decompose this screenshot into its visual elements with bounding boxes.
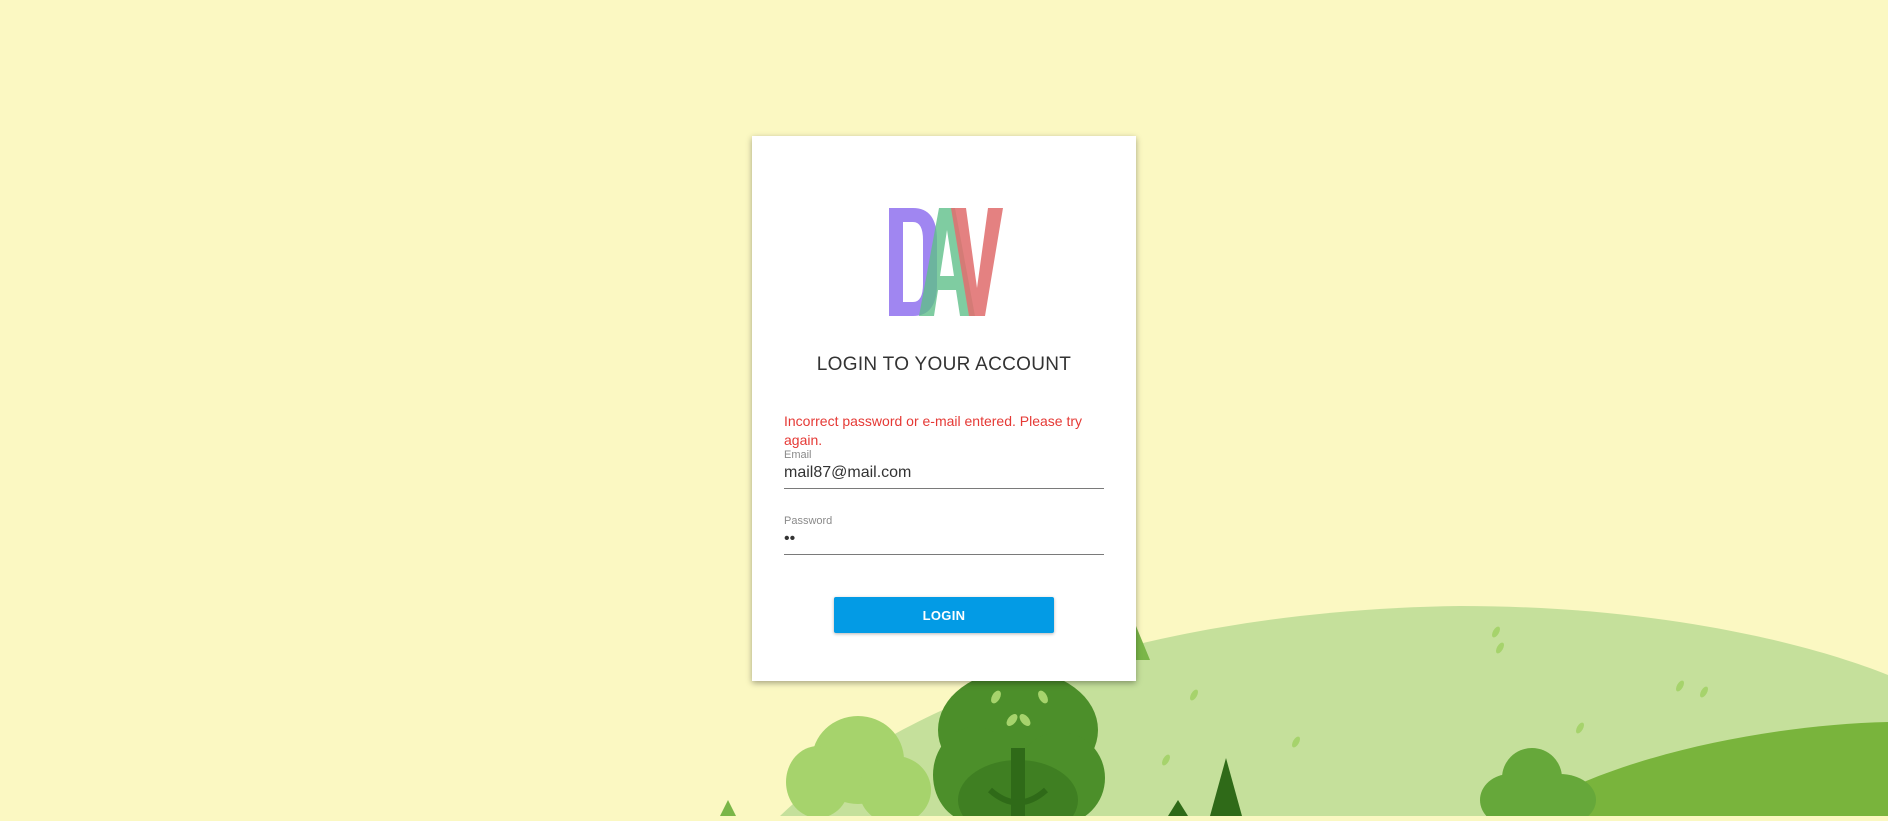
email-field[interactable] bbox=[784, 461, 1104, 489]
page-title: LOGIN TO YOUR ACCOUNT bbox=[816, 354, 1072, 375]
login-button[interactable]: LOGIN bbox=[834, 597, 1054, 633]
password-field[interactable] bbox=[784, 527, 1104, 555]
error-message: Incorrect password or e-mail entered. Pl… bbox=[784, 413, 1083, 448]
login-card: LOGIN TO YOUR ACCOUNT Incorrect password… bbox=[752, 136, 1136, 681]
dav-logo bbox=[889, 208, 1003, 316]
password-field-group: Password bbox=[784, 515, 1104, 555]
email-field-group: Email bbox=[784, 449, 1104, 489]
password-label: Password bbox=[784, 515, 833, 527]
email-label: Email bbox=[784, 449, 812, 461]
